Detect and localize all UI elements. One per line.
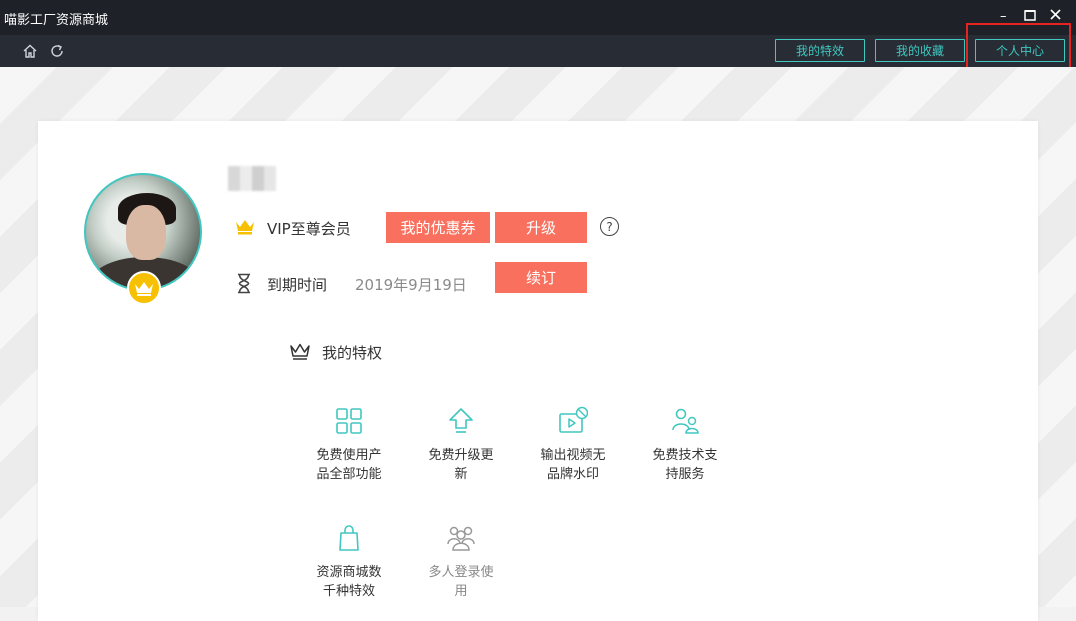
close-button[interactable] xyxy=(1050,9,1061,25)
title-bar: 喵影工厂资源商城 – xyxy=(0,0,1076,35)
support-users-icon xyxy=(672,408,699,434)
privilege-text-line1: 资源商城数 xyxy=(316,565,382,580)
grid-icon xyxy=(336,408,362,434)
my-coupons-button[interactable]: 我的优惠券 xyxy=(386,212,490,243)
privilege-text-line2: 持服务 xyxy=(665,467,705,482)
privilege-text-line2: 千种特效 xyxy=(322,584,375,599)
privilege-text-line1: 输出视频无 xyxy=(540,448,606,463)
username-blurred xyxy=(228,166,276,191)
upgrade-arrow-icon xyxy=(449,408,473,433)
multi-user-icon xyxy=(447,526,475,551)
privilege-text-line1: 免费技术支 xyxy=(652,448,718,463)
personal-center-button[interactable]: 个人中心 xyxy=(975,39,1065,62)
toolbar: 我的特效 我的收藏 个人中心 xyxy=(0,35,1076,67)
vip-level-label: VIP至尊会员 xyxy=(267,220,351,238)
crown-icon xyxy=(135,282,153,296)
refresh-icon[interactable] xyxy=(49,43,65,59)
privilege-text-line2: 用 xyxy=(454,584,468,599)
privilege-item-tech-support: 免费技术支 持服务 xyxy=(640,406,730,484)
privilege-text-line1: 免费升级更 xyxy=(428,448,494,463)
minimize-button[interactable]: – xyxy=(1000,9,1007,25)
privilege-text-line1: 免费使用产 xyxy=(316,448,382,463)
vip-crown-icon xyxy=(236,220,254,235)
app-title: 喵影工厂资源商城 xyxy=(4,13,109,28)
my-favorites-button[interactable]: 我的收藏 xyxy=(875,39,965,62)
privilege-crown-icon xyxy=(290,343,310,360)
privilege-item-multi-login: 多人登录使 用 xyxy=(416,523,506,601)
close-icon xyxy=(1050,9,1061,20)
privilege-item-free-upgrade: 免费升级更 新 xyxy=(416,406,506,484)
upgrade-button[interactable]: 升级 xyxy=(495,212,587,243)
expire-time-label: 到期时间 xyxy=(267,276,328,294)
vip-crown-badge xyxy=(127,271,161,305)
privilege-item-store-effects: 资源商城数 千种特效 xyxy=(304,523,394,601)
video-no-watermark-icon xyxy=(559,406,588,433)
privileges-title: 我的特权 xyxy=(322,344,383,362)
home-icon[interactable] xyxy=(22,43,38,59)
privilege-item-no-watermark: 输出视频无 品牌水印 xyxy=(528,406,618,484)
maximize-icon xyxy=(1024,10,1036,21)
privilege-text-line1: 多人登录使 xyxy=(428,565,494,580)
expire-date-value: 2019年9月19日 xyxy=(355,276,467,294)
privilege-text-line2: 品牌水印 xyxy=(546,467,599,482)
help-icon[interactable]: ? xyxy=(600,217,619,236)
hourglass-icon xyxy=(238,273,250,294)
privilege-text-line2: 新 xyxy=(454,467,468,482)
privilege-item-free-features: 免费使用产 品全部功能 xyxy=(304,406,394,484)
shopping-bag-icon xyxy=(339,525,359,551)
avatar-container xyxy=(84,173,202,305)
privilege-text-line2: 品全部功能 xyxy=(316,467,382,482)
renew-button[interactable]: 续订 xyxy=(495,262,587,293)
maximize-button[interactable] xyxy=(1024,9,1036,26)
my-effects-button[interactable]: 我的特效 xyxy=(775,39,865,62)
